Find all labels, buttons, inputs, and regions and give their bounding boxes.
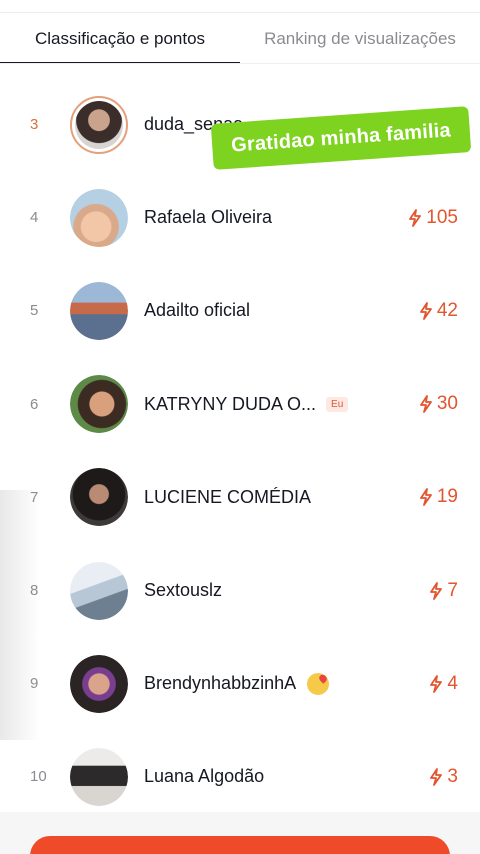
lightning-icon <box>430 768 443 786</box>
self-badge: Eu <box>326 396 349 412</box>
lightning-icon <box>419 395 432 414</box>
blurred-overlay <box>0 490 40 740</box>
tab-classification[interactable]: Classificação e pontos <box>0 14 240 64</box>
ranking-list: 3 duda_senaa 4 Rafaela Oliveira 105 5 Ad… <box>0 78 480 824</box>
points: 19 <box>419 486 458 508</box>
avatar[interactable] <box>70 468 128 527</box>
list-item[interactable]: 9 BrendynhabbzinhA 4 <box>0 637 480 730</box>
lightning-icon <box>430 674 443 693</box>
list-item[interactable]: 5 Adailto oficial 42 <box>0 264 480 357</box>
list-item[interactable]: 7 LUCIENE COMÉDIA 19 <box>0 451 480 544</box>
list-item[interactable]: 6 KATRYNY DUDA O... Eu 30 <box>0 358 480 451</box>
points: 3 <box>429 766 458 788</box>
rank-number: 10 <box>30 768 47 786</box>
tab-bar: Classificação e pontos Ranking de visual… <box>0 14 480 64</box>
lightning-icon <box>419 302 432 320</box>
lightning-icon <box>409 208 422 227</box>
lightning-icon <box>430 581 443 600</box>
avatar[interactable] <box>70 654 128 713</box>
lightning-icon <box>419 488 432 507</box>
top-divider <box>0 12 480 13</box>
rank-number: 5 <box>30 302 39 320</box>
rank-number: 4 <box>30 209 39 227</box>
list-item[interactable]: 4 Rafaela Oliveira 105 <box>0 171 480 264</box>
avatar[interactable] <box>70 281 128 340</box>
rank-number: 3 <box>30 116 39 134</box>
action-button[interactable] <box>30 836 450 854</box>
avatar[interactable] <box>70 561 128 620</box>
avatar[interactable] <box>70 95 128 154</box>
tabs-divider <box>0 63 480 64</box>
list-item[interactable]: 8 Sextouslz 7 <box>0 544 480 637</box>
points: 4 <box>429 673 458 695</box>
points: 42 <box>419 300 458 322</box>
avatar[interactable] <box>70 188 128 247</box>
points: 30 <box>419 393 458 415</box>
list-item[interactable]: 10 Luana Algodão 3 <box>0 730 480 823</box>
avatar[interactable] <box>70 747 128 806</box>
points: 7 <box>429 580 458 602</box>
rank-number: 6 <box>30 395 39 413</box>
points: 105 <box>408 207 458 229</box>
smiling-face-with-hearts-icon <box>307 672 330 695</box>
avatar[interactable] <box>70 375 128 434</box>
tab-views-ranking[interactable]: Ranking de visualizações <box>240 14 480 64</box>
